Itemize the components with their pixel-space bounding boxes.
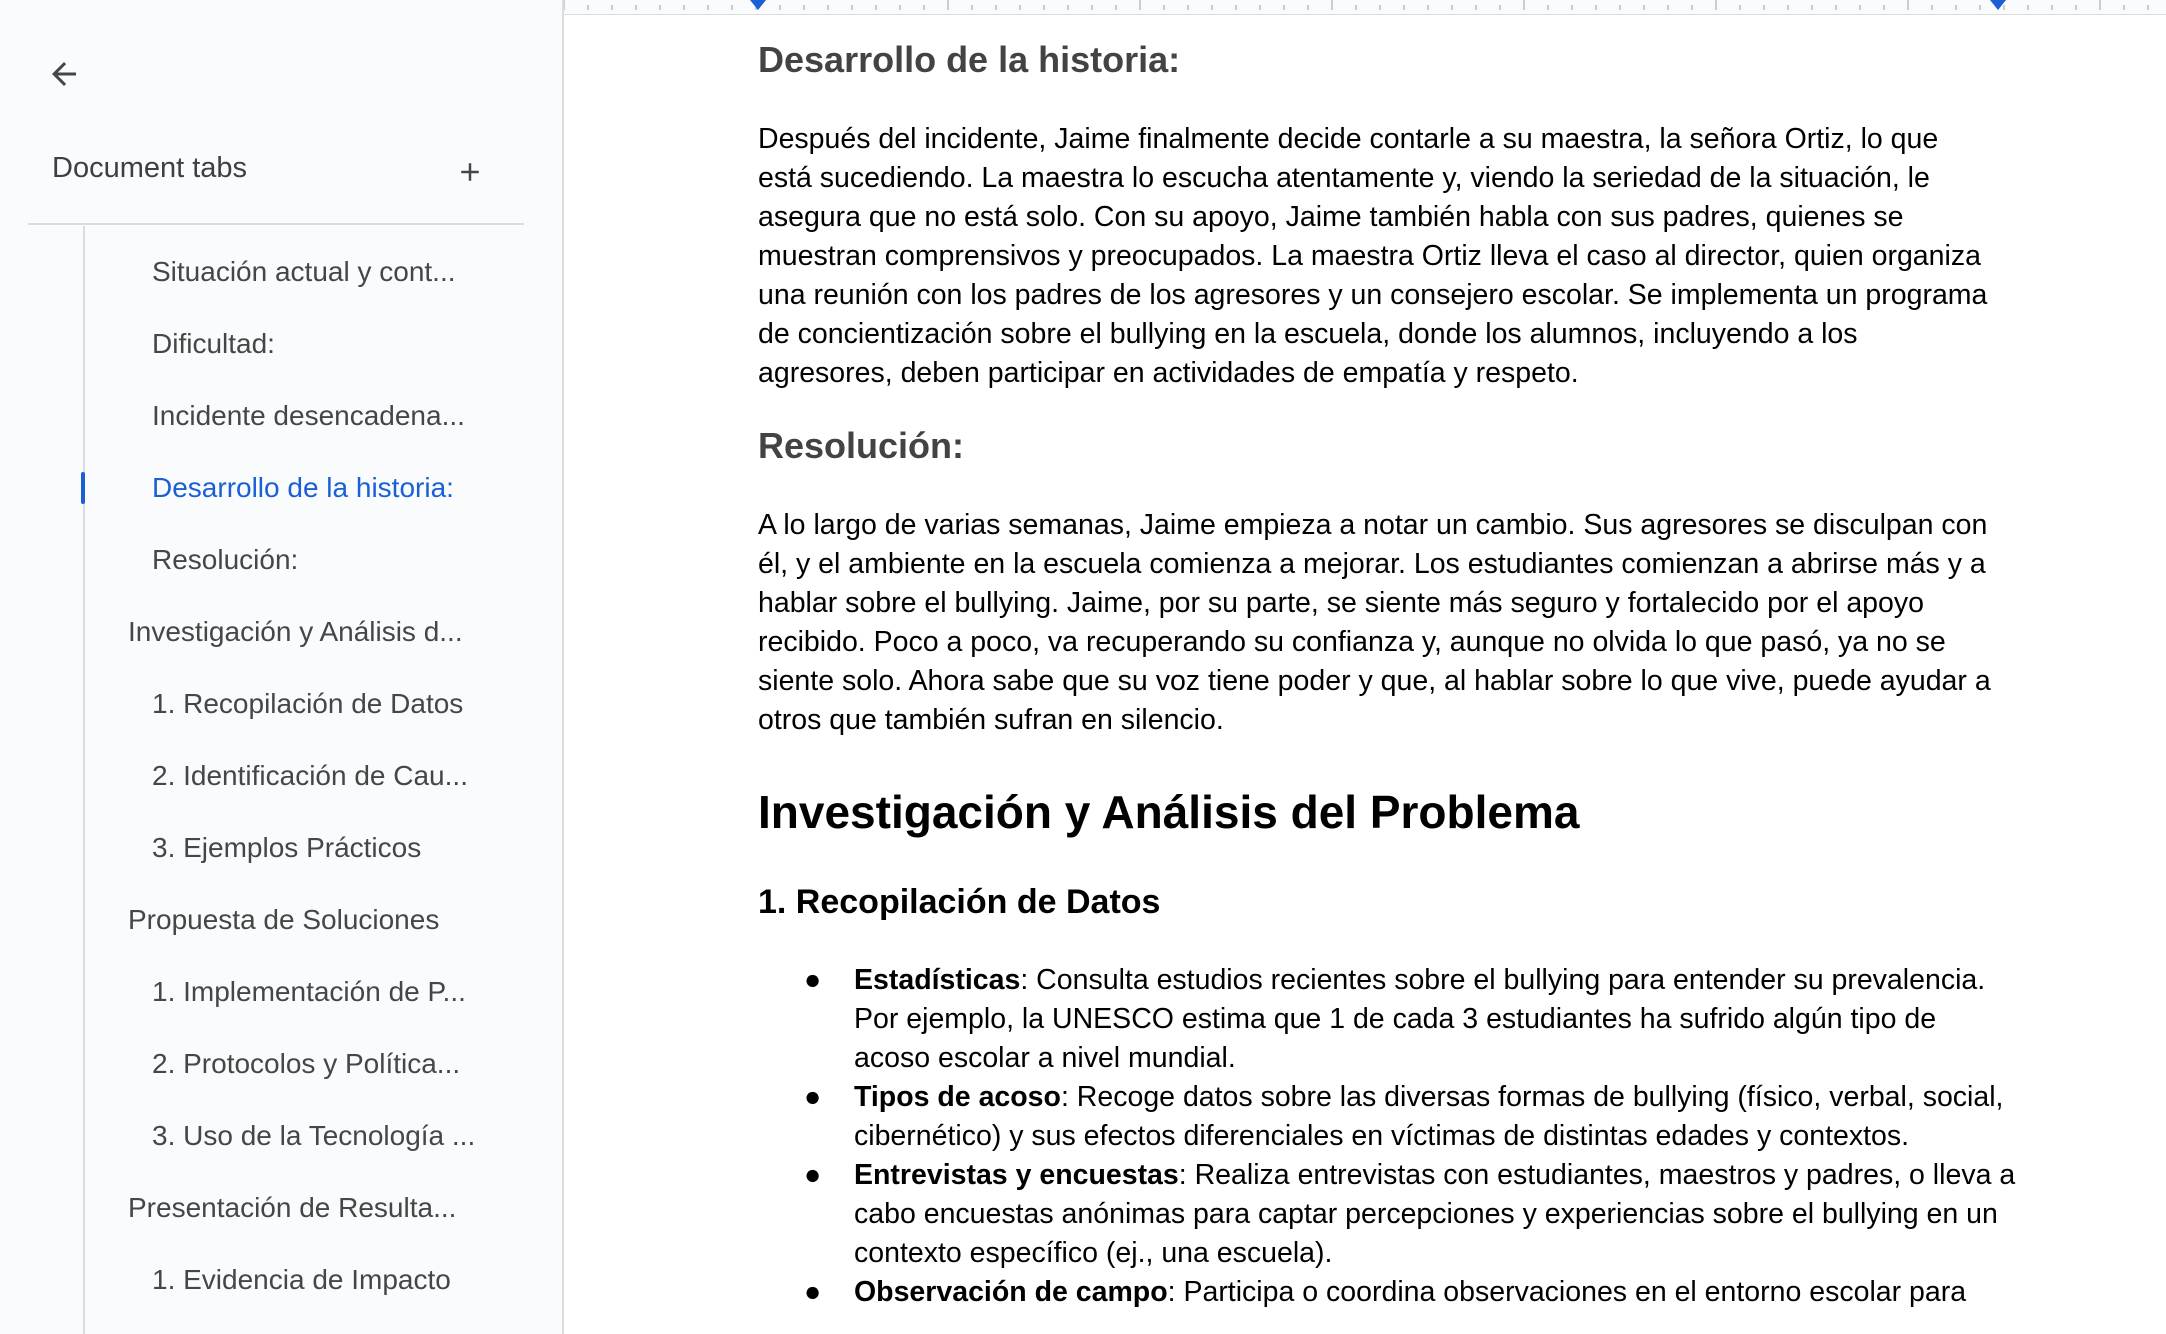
margin-marker-icon[interactable] [750, 0, 766, 10]
list-item: ● Tipos de acoso: Recoge datos sobre las … [758, 1078, 2018, 1156]
bullet-icon: ● [804, 964, 822, 996]
bullet-term: Entrevistas y encuestas [854, 1159, 1179, 1191]
outline-item[interactable]: Investigación y Análisis d... [128, 608, 478, 656]
outline-item[interactable]: 3. Ejemplos Prácticos [152, 824, 478, 872]
heading-resolucion: Resolución: [758, 425, 965, 466]
outline-item[interactable]: Incidente desencadena... [152, 392, 478, 440]
bullet-term: Observación de campo [854, 1276, 1168, 1308]
bullet-icon: ● [804, 1159, 822, 1191]
outline-item[interactable]: 2. Protocolos y Política... [152, 1040, 478, 1088]
document-outline-panel: Document tabs Situación actual y cont...… [0, 0, 564, 1334]
paragraph-resolucion: A lo largo de varias semanas, Jaime empi… [758, 509, 1991, 736]
list-item: ● Estadísticas: Consulta estudios recient… [758, 961, 2018, 1078]
outline-item[interactable]: 1. Evidencia de Impacto [152, 1256, 478, 1304]
outline-item-active[interactable]: Desarrollo de la historia: [152, 464, 478, 512]
outline-item[interactable]: Dificultad: [152, 320, 478, 368]
outline-item[interactable]: 2. Identificación de Cau... [152, 752, 478, 800]
bullet-text: : Participa o coordina observaciones en … [1167, 1276, 1967, 1308]
outline-item[interactable]: 1. Recopilación de Datos [152, 680, 478, 728]
horizontal-ruler[interactable] [564, 0, 2166, 15]
heading-desarrollo: Desarrollo de la historia: [758, 39, 1181, 80]
outline-item[interactable]: Situación actual y cont... [152, 248, 478, 296]
plus-icon [461, 163, 479, 181]
outline-item[interactable]: Resolución: [152, 536, 478, 584]
outline-item[interactable]: 3. Uso de la Tecnología ... [152, 1112, 478, 1160]
heading-recopilacion: 1. Recopilación de Datos [758, 883, 1161, 921]
list-item: ● Observación de campo: Participa o coord… [758, 1273, 2018, 1312]
bullet-icon: ● [804, 1081, 822, 1113]
bullet-term: Estadísticas [854, 964, 1021, 996]
document-tabs-title: Document tabs [52, 152, 248, 184]
docs-window: Document tabs Situación actual y cont...… [0, 0, 2166, 1334]
divider [28, 223, 524, 225]
list-item: ● Entrevistas y encuestas: Realiza entrev… [758, 1156, 2018, 1273]
bullet-term: Tipos de acoso [854, 1081, 1061, 1113]
bullet-icon: ● [804, 1276, 822, 1308]
add-tab-button[interactable] [450, 152, 490, 192]
bullet-text: : Consulta estudios recientes sobre el b… [854, 964, 1986, 1074]
arrow-left-icon [52, 62, 76, 86]
ruler-ticks [564, 0, 2149, 10]
bullet-list: ● Estadísticas: Consulta estudios recient… [758, 961, 2018, 1312]
document-page[interactable]: Desarrollo de la historia: Después del i… [564, 15, 2166, 1334]
outline-item[interactable]: Propuesta de Soluciones [128, 896, 478, 944]
back-button[interactable] [40, 50, 88, 98]
outline-item[interactable]: Presentación de Resulta... [128, 1184, 478, 1232]
active-item-indicator [81, 472, 85, 504]
outline-rail [83, 226, 85, 1334]
heading-investigacion: Investigación y Análisis del Problema [758, 786, 1580, 838]
paragraph-desarrollo: Después del incidente, Jaime finalmente … [758, 123, 1988, 389]
outline-item[interactable]: 1. Implementación de P... [152, 968, 478, 1016]
